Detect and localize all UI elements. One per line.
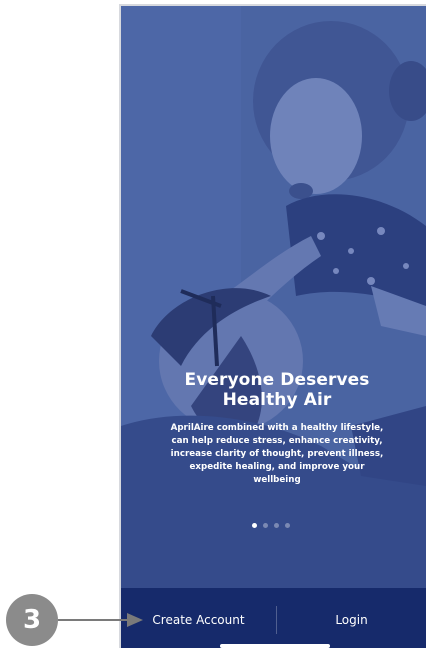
callout-arrowhead-icon xyxy=(127,613,143,627)
callout-number-badge: 3 xyxy=(6,594,58,646)
description-line-4: expedite healing, and improve your xyxy=(189,462,365,472)
hero-headline: Everyone Deserves Healthy Air xyxy=(141,370,413,410)
callout-number: 3 xyxy=(22,605,42,635)
callout-arrow-line xyxy=(58,619,128,621)
headline-line-1: Everyone Deserves xyxy=(184,370,370,390)
description-line-3: increase clarity of thought, prevent ill… xyxy=(170,449,384,459)
description-line-5: wellbeing xyxy=(253,475,301,485)
create-account-label: Create Account xyxy=(152,613,245,627)
phone-screen: Everyone Deserves Healthy Air AprilAire … xyxy=(119,4,426,648)
create-account-button[interactable]: Create Account xyxy=(121,588,276,648)
login-label: Login xyxy=(335,613,368,627)
carousel-dot-2[interactable] xyxy=(263,522,268,528)
carousel-dot-3[interactable] xyxy=(274,522,279,528)
hero-tint-overlay xyxy=(121,6,426,588)
description-line-1: AprilAire combined with a healthy lifest… xyxy=(170,423,384,433)
home-indicator xyxy=(220,644,330,648)
page: Everyone Deserves Healthy Air AprilAire … xyxy=(0,0,426,648)
bottom-action-bar: Create Account Login xyxy=(121,588,426,648)
carousel-dot-4[interactable] xyxy=(285,522,290,528)
headline-line-2: Healthy Air xyxy=(222,390,332,410)
hero-image: Everyone Deserves Healthy Air AprilAire … xyxy=(121,6,426,588)
carousel-dot-1[interactable] xyxy=(252,522,257,528)
description-line-2: can help reduce stress, enhance creativi… xyxy=(171,436,383,446)
hero-description: AprilAire combined with a healthy lifest… xyxy=(135,422,419,487)
carousel-page-indicator xyxy=(252,522,296,528)
login-button[interactable]: Login xyxy=(277,588,426,648)
